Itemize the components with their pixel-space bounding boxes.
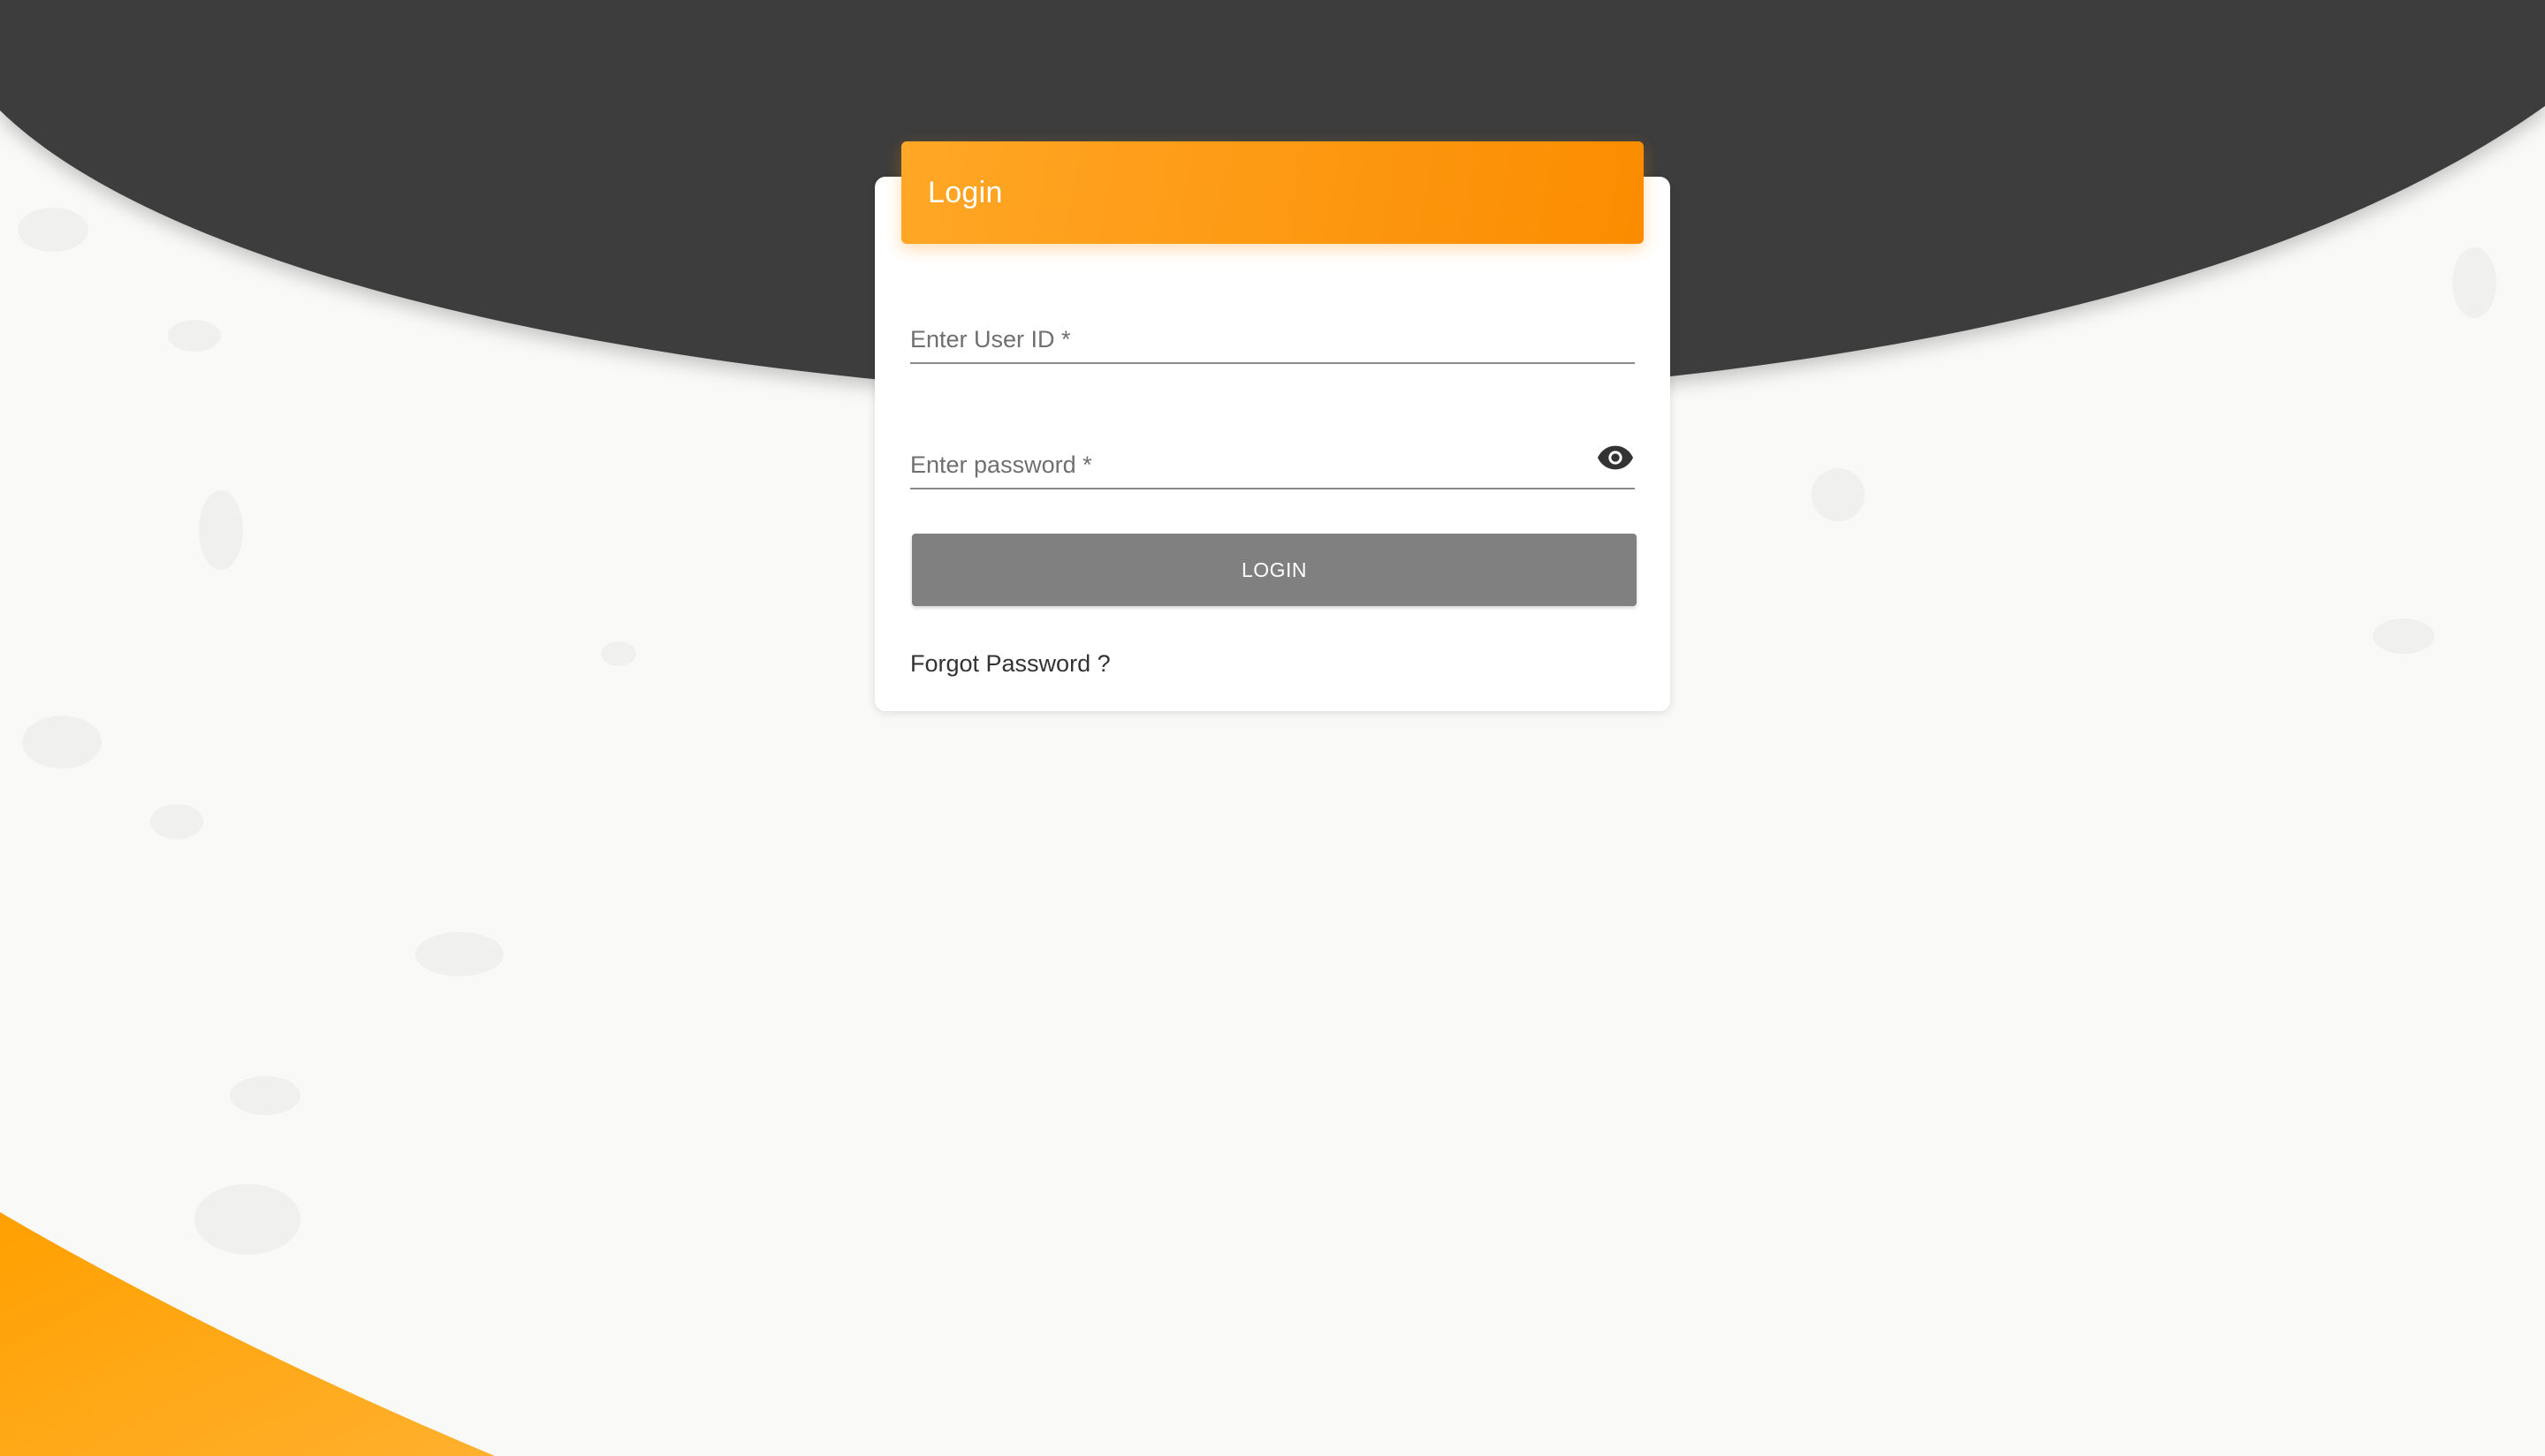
password-field[interactable]: Enter password * [910, 428, 1635, 489]
userid-field[interactable]: Enter User ID * [910, 302, 1635, 364]
login-button[interactable]: LOGIN [912, 534, 1637, 606]
password-input[interactable] [910, 445, 1582, 484]
eye-icon[interactable] [1596, 440, 1635, 475]
userid-input[interactable] [910, 320, 1582, 359]
forgot-password-link[interactable]: Forgot Password ? [910, 650, 1111, 678]
login-card-header: Login [901, 141, 1644, 244]
login-card-title: Login [928, 175, 1003, 209]
login-page: Login Enter User ID * Enter password * L… [0, 0, 2545, 1456]
